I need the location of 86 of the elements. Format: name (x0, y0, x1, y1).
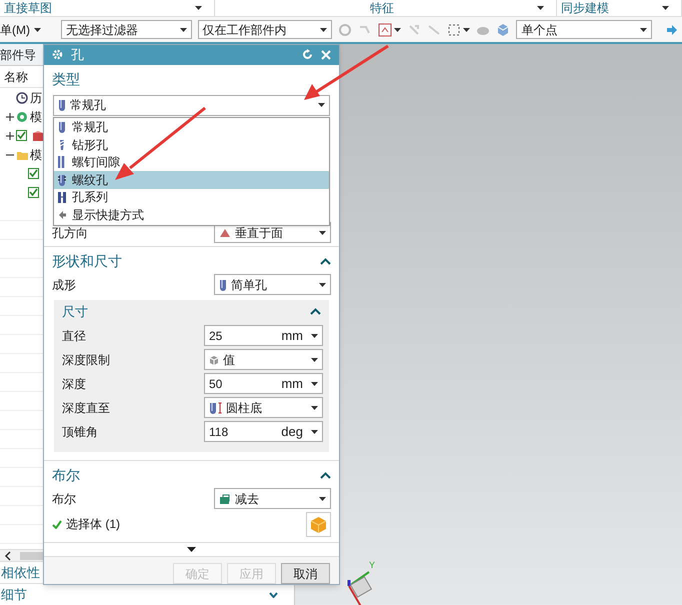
section-title[interactable]: 形状和尺寸 (52, 251, 122, 272)
drill-icon (58, 138, 66, 151)
box-icon (31, 130, 43, 142)
caret-icon (311, 358, 318, 362)
field-label: 深度直至 (62, 400, 110, 416)
field-label: 选择体 (1) (66, 516, 120, 533)
caret-icon (394, 28, 402, 32)
checkbox[interactable] (28, 168, 39, 179)
field-label: 深度限制 (62, 352, 110, 368)
scroll-left-icon (4, 550, 12, 560)
dropdown[interactable]: 仅在工作部件内 (198, 20, 332, 39)
caret-icon (195, 6, 202, 10)
hole-icon (219, 278, 227, 290)
input-field[interactable]: 50 mm (204, 373, 323, 394)
hole-series-icon (58, 191, 66, 204)
panel-header[interactable]: 相依性 (1, 562, 40, 582)
caret-icon (319, 496, 326, 500)
arrow-icon (666, 24, 678, 34)
dialog-title: 孔 (71, 46, 85, 64)
arrow-icon (58, 208, 66, 221)
panel-title: 部件导 (0, 46, 36, 64)
checkbox[interactable] (16, 130, 27, 141)
input-field[interactable]: 25 mm (204, 325, 323, 346)
clock-icon (16, 92, 28, 104)
caret-icon (34, 28, 41, 32)
tree-item[interactable]: 模 (30, 146, 42, 164)
caret-icon (311, 334, 318, 338)
caret-icon (320, 28, 328, 32)
axis-triad-drawing: Y (341, 556, 381, 605)
column-header[interactable]: 名称 (4, 68, 28, 86)
caret-icon (319, 230, 326, 234)
field-label: 布尔 (52, 490, 76, 508)
caret-icon (463, 28, 470, 32)
caret-icon (319, 282, 326, 286)
field-label: 孔方向 (52, 224, 88, 242)
dropdown[interactable]: 无选择过滤器 (61, 20, 192, 39)
field-label: 直径 (62, 328, 86, 344)
caret-icon (537, 6, 544, 10)
dropdown[interactable]: 常规孔 (53, 94, 330, 116)
hole-icon (58, 156, 66, 168)
ribbon-tab[interactable]: 特征 (370, 0, 394, 17)
expand-icon[interactable] (6, 132, 14, 140)
caret-icon (311, 430, 318, 434)
checkbox[interactable] (28, 187, 39, 198)
ribbon-tab[interactable]: 直接草图 (4, 0, 52, 17)
expand-icon[interactable] (6, 112, 14, 120)
panel-header[interactable]: 细节 (1, 584, 27, 604)
list-option[interactable]: 螺纹孔 (54, 171, 329, 188)
field-label: 顶锥角 (62, 424, 98, 440)
point-snap-icon (378, 22, 392, 36)
section-title[interactable]: 尺寸 (62, 302, 88, 322)
dropdown[interactable]: 单个点 (516, 20, 652, 39)
reset-icon[interactable] (302, 49, 313, 60)
menu-button[interactable]: 单(M) (0, 20, 45, 40)
check-icon (52, 520, 62, 528)
hole-icon (58, 99, 66, 111)
cube-icon (496, 22, 510, 36)
dropdown[interactable]: 值 (204, 349, 323, 370)
input-field[interactable]: 118 deg (204, 421, 323, 442)
expand-icon (269, 592, 278, 598)
caret-icon (180, 28, 187, 32)
caret-icon (311, 382, 318, 386)
field-label: 成形 (52, 276, 76, 294)
dropdown[interactable]: 圆柱底 (204, 397, 323, 418)
subtract-icon (219, 492, 231, 504)
depth-icon (209, 402, 222, 414)
tree-item[interactable]: 模 (30, 108, 42, 126)
settings-icon (52, 49, 63, 60)
section-title[interactable]: 类型 (52, 69, 80, 90)
cube-icon (310, 516, 327, 532)
ribbon-tab[interactable]: 同步建模 (561, 0, 609, 17)
dialog-button[interactable]: 取消 (281, 563, 330, 584)
field-label: 深度 (62, 376, 86, 392)
hole-icon (58, 121, 66, 134)
section-title[interactable]: 布尔 (52, 465, 80, 486)
thread-icon (58, 174, 66, 186)
block-icon (209, 354, 219, 364)
caret-icon (640, 28, 647, 32)
close-icon[interactable] (321, 50, 331, 60)
selection-box-icon (447, 22, 462, 36)
tree-item[interactable]: 历 (30, 88, 42, 106)
caret-icon (662, 6, 669, 10)
caret-icon (311, 406, 318, 410)
dropdown[interactable]: 简单孔 (214, 274, 331, 295)
dropdown[interactable]: 减去 (214, 488, 331, 509)
caret-icon (318, 103, 325, 107)
